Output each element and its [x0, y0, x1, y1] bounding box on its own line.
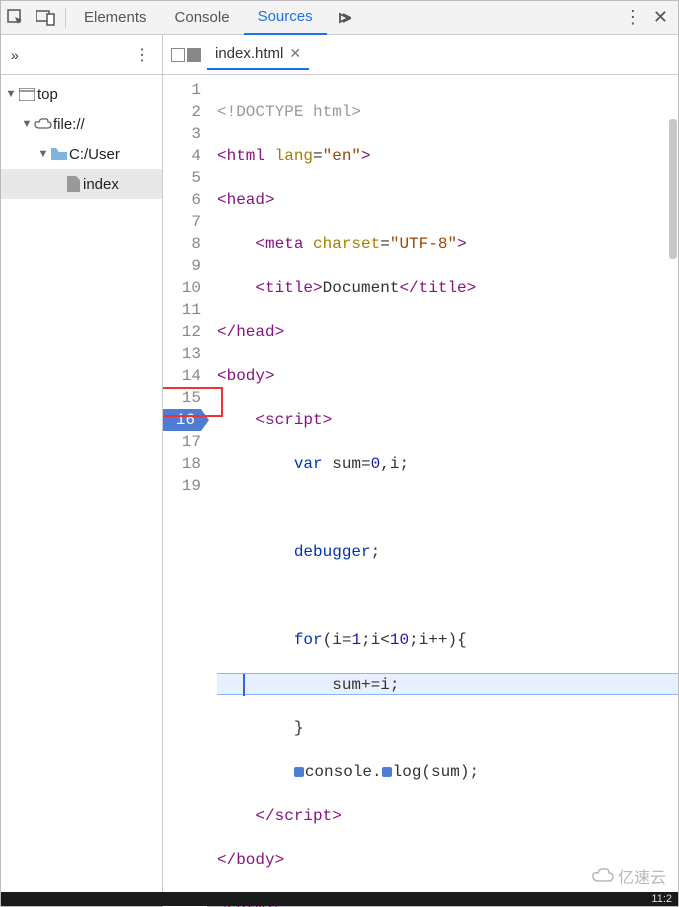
folder-icon	[49, 148, 69, 160]
file-navigator: » ⋮ ▼ top ▼ file:// ▼ C:/User	[1, 35, 163, 907]
tab-sources[interactable]: Sources	[244, 1, 327, 35]
navigator-header: » ⋮	[1, 35, 162, 75]
watermark: 亿速云	[592, 864, 666, 888]
devtools-window: Elements Console Sources ⋮ ✕ » ⋮ ▼ top	[0, 0, 679, 907]
tab-elements[interactable]: Elements	[70, 1, 161, 35]
inspect-element-icon[interactable]	[1, 1, 31, 35]
tab-overflow[interactable]	[327, 1, 361, 35]
execution-line-marker[interactable]: 16	[163, 409, 201, 431]
kebab-menu-icon[interactable]: ⋮	[623, 7, 643, 28]
code-editor: index.html ✕ 1234 5678 9101112 131415 16…	[163, 35, 678, 907]
code-area[interactable]: 1234 5678 9101112 131415 16 171819 <!DOC…	[163, 75, 678, 907]
cloud-icon	[33, 118, 53, 130]
split-view-icon[interactable]	[171, 48, 201, 62]
tree-node-folder[interactable]: ▼ C:/User	[1, 139, 162, 169]
editor-tab[interactable]: index.html ✕	[207, 40, 309, 70]
file-tree: ▼ top ▼ file:// ▼ C:/User index	[1, 75, 162, 907]
navigator-menu-icon[interactable]: ⋮	[132, 45, 152, 65]
tree-node-origin[interactable]: ▼ file://	[1, 109, 162, 139]
navigator-expand-icon[interactable]: »	[11, 47, 19, 63]
device-toggle-icon[interactable]	[31, 1, 61, 35]
tree-node-top[interactable]: ▼ top	[1, 79, 162, 109]
taskbar-fragment: 11:2	[1, 892, 678, 906]
tree-label: C:/User	[69, 146, 120, 163]
line-gutter[interactable]: 1234 5678 9101112 131415 16 171819	[163, 75, 207, 907]
separator	[65, 8, 66, 28]
close-tab-icon[interactable]: ✕	[289, 45, 301, 62]
tab-console[interactable]: Console	[161, 1, 244, 35]
tree-label: file://	[53, 116, 85, 133]
tree-label: index	[83, 176, 119, 193]
top-tab-bar: Elements Console Sources ⋮ ✕	[1, 1, 678, 35]
tree-node-file[interactable]: index	[1, 169, 162, 199]
code-text[interactable]: <!DOCTYPE html> <html lang="en"> <head> …	[207, 75, 678, 907]
editor-tab-bar: index.html ✕	[163, 35, 678, 75]
panel-tabs: Elements Console Sources	[70, 1, 623, 35]
tree-label: top	[37, 86, 58, 103]
editor-tab-label: index.html	[215, 45, 283, 62]
sources-panel: » ⋮ ▼ top ▼ file:// ▼ C:/User	[1, 35, 678, 907]
editor-scrollbar[interactable]	[668, 115, 678, 907]
window-icon	[17, 88, 37, 101]
close-devtools-icon[interactable]: ✕	[643, 7, 678, 28]
file-icon	[63, 176, 83, 192]
